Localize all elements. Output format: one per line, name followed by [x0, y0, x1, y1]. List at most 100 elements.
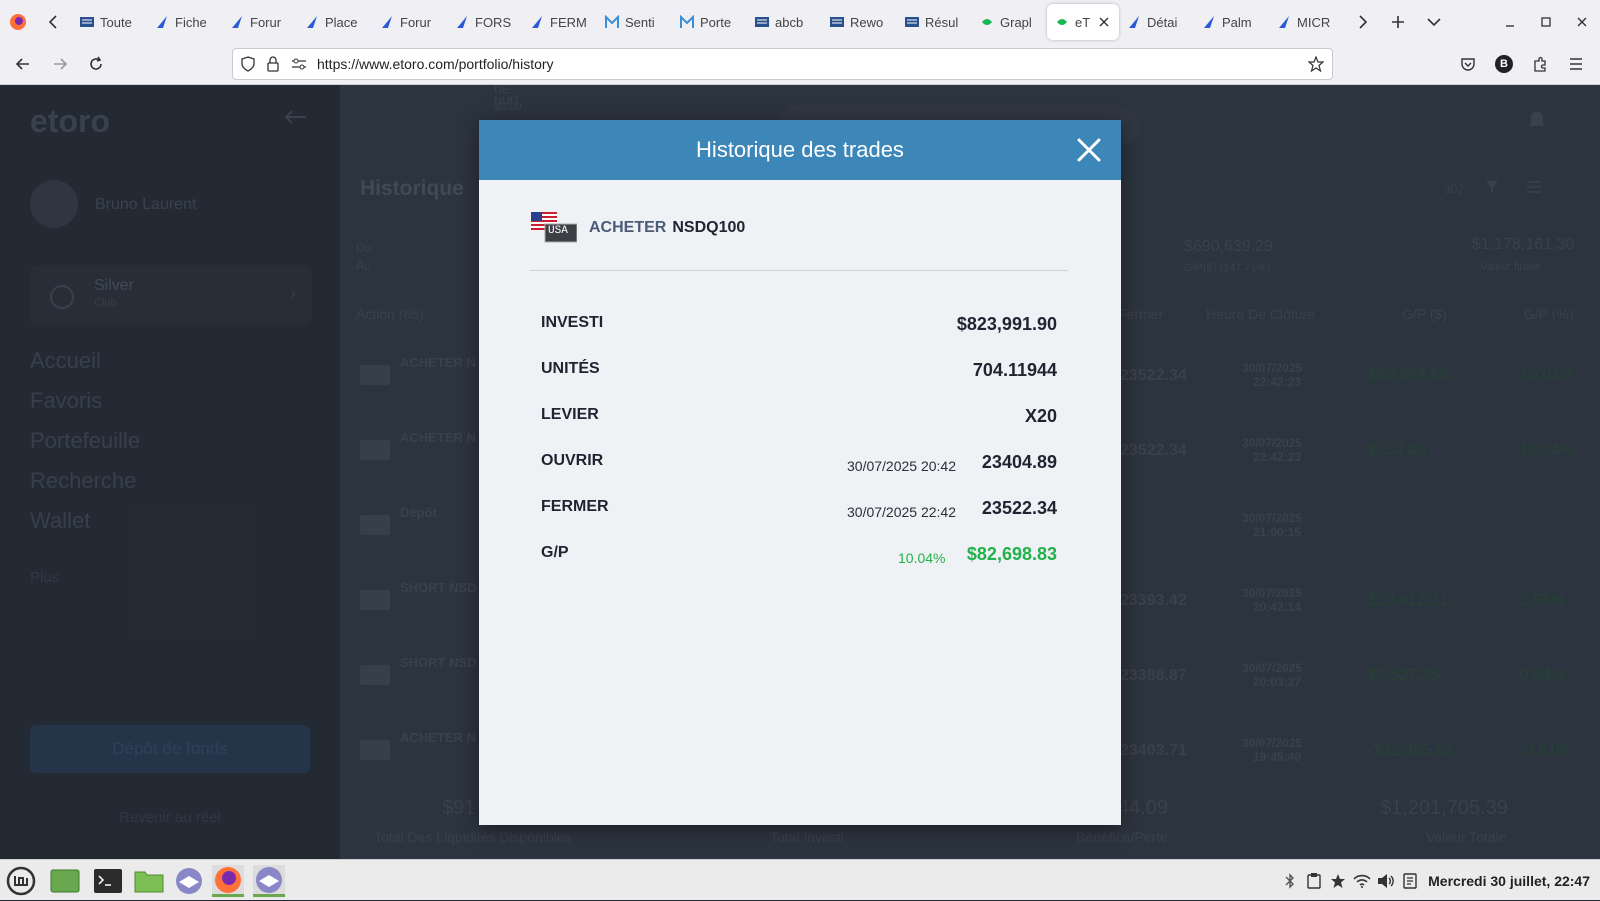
- wifi-icon[interactable]: [1350, 869, 1374, 893]
- divider: [530, 270, 1068, 271]
- leverage-label: LEVIER: [541, 406, 599, 423]
- abc-bourse-icon: [155, 15, 169, 29]
- modal-header: Historique des trades: [479, 120, 1121, 180]
- leverage-value: X20: [1024, 406, 1057, 426]
- browser-tab[interactable]: Résul: [897, 4, 972, 40]
- permissions-icon[interactable]: [291, 57, 307, 71]
- etoro-icon: [980, 15, 994, 29]
- tabs-scroll-left-icon[interactable]: [36, 4, 72, 40]
- abc-bourse-icon: [1127, 15, 1141, 29]
- tab-label: Place: [325, 14, 358, 30]
- close-label: FERMER: [541, 498, 609, 515]
- browser-tab[interactable]: Toute: [72, 4, 147, 40]
- instrument-header: USA ACHETER NSDQ100: [531, 212, 745, 244]
- extensions-icon[interactable]: [1524, 48, 1556, 80]
- close-datetime: 30/07/2025 22:42: [847, 504, 956, 520]
- notes-icon[interactable]: [1398, 869, 1422, 893]
- thunderbird-window-icon[interactable]: [253, 865, 285, 897]
- abc-bourse-icon: [1277, 15, 1291, 29]
- abc-bourse-icon: [380, 15, 394, 29]
- browser-tab[interactable]: Porte: [672, 4, 747, 40]
- open-row: OUVRIR 30/07/2025 20:42 23404.89: [541, 448, 1057, 478]
- tab-label: Résul: [925, 14, 959, 30]
- abc-bourse-icon: [455, 15, 469, 29]
- browser-tab[interactable]: eT: [1047, 4, 1119, 40]
- tracking-shield-icon[interactable]: [241, 56, 255, 72]
- instrument-symbol: NSDQ100: [672, 219, 746, 236]
- list-all-tabs-icon[interactable]: [1416, 4, 1452, 40]
- browser-tab[interactable]: Détai: [1119, 4, 1194, 40]
- navigation-bar: https://www.etoro.com/portfolio/history …: [0, 44, 1600, 85]
- tab-label: Forur: [250, 14, 282, 30]
- new-tab-icon[interactable]: [1380, 4, 1416, 40]
- pocket-icon[interactable]: [1452, 48, 1484, 80]
- lock-icon[interactable]: [267, 56, 279, 72]
- browser-tab[interactable]: Grapl: [972, 4, 1047, 40]
- volume-icon[interactable]: [1374, 869, 1398, 893]
- files-icon[interactable]: [133, 865, 165, 897]
- bookmark-star-icon[interactable]: [1308, 56, 1324, 72]
- back-icon[interactable]: [7, 48, 39, 80]
- url-bar[interactable]: https://www.etoro.com/portfolio/history: [232, 48, 1333, 80]
- bluetooth-icon[interactable]: [1278, 869, 1302, 893]
- tab-label: Fiche: [175, 14, 207, 30]
- tabs-scroll-right-icon[interactable]: [1344, 4, 1380, 40]
- browser-tab[interactable]: Forur: [222, 4, 297, 40]
- tab-label: Détai: [1147, 14, 1178, 30]
- units-label: UNITÉS: [541, 360, 600, 377]
- browser-tab[interactable]: Place: [297, 4, 372, 40]
- thunderbird-icon[interactable]: [173, 865, 205, 897]
- tab-label: Forur: [400, 14, 432, 30]
- pl-value: $82,698.83: [966, 544, 1057, 564]
- invested-value: $823,991.90: [956, 314, 1057, 334]
- leverage-row: LEVIER X20: [541, 402, 1057, 432]
- firefox-menu-icon[interactable]: [0, 4, 36, 40]
- account-avatar-icon[interactable]: B: [1488, 48, 1520, 80]
- invested-label: INVESTI: [541, 314, 604, 331]
- browser-tab[interactable]: MICR: [1269, 4, 1344, 40]
- tab-label: Grapl: [1000, 14, 1032, 30]
- abc-bourse-icon: [305, 15, 319, 29]
- close-window-icon[interactable]: [1564, 4, 1600, 40]
- show-desktop-icon[interactable]: [49, 865, 81, 897]
- pl-percent: 10.04%: [898, 550, 946, 566]
- tab-strip: Toute Fiche Forur Place Forur FORS FERM Senti Po…: [0, 0, 1600, 44]
- abc-news-icon: [755, 15, 769, 29]
- maximize-window-icon[interactable]: [1528, 4, 1564, 40]
- units-value: 704.11944: [972, 360, 1057, 380]
- browser-tab[interactable]: FORS: [447, 4, 522, 40]
- browser-tab[interactable]: Palm: [1194, 4, 1269, 40]
- browser-tab[interactable]: FERM: [522, 4, 597, 40]
- tab-label: MICR: [1297, 14, 1331, 30]
- tab-label: abcb: [775, 14, 804, 30]
- close-icon[interactable]: [1073, 134, 1105, 166]
- m-icon: [605, 15, 619, 29]
- browser-tab[interactable]: Rewo: [822, 4, 897, 40]
- minimize-window-icon[interactable]: [1492, 4, 1528, 40]
- trade-direction: ACHETER: [589, 219, 667, 236]
- tab-label: FORS: [475, 14, 512, 30]
- mint-menu-icon[interactable]: [5, 865, 37, 897]
- clipboard-icon[interactable]: [1302, 869, 1326, 893]
- star-icon[interactable]: [1326, 869, 1350, 893]
- system-tray: Mercredi 30 juillet, 22:47: [1278, 860, 1600, 901]
- url-text[interactable]: https://www.etoro.com/portfolio/history: [317, 56, 554, 72]
- firefox-taskbar-icon[interactable]: [212, 865, 244, 897]
- terminal-icon[interactable]: [92, 865, 124, 897]
- tab-label: eT: [1075, 14, 1091, 30]
- flag-text: USA: [548, 225, 568, 237]
- abc-bourse-icon: [1202, 15, 1216, 29]
- app-menu-icon[interactable]: [1560, 48, 1592, 80]
- close-tab-icon[interactable]: [1099, 17, 1109, 27]
- browser-tab[interactable]: Forur: [372, 4, 447, 40]
- clock[interactable]: Mercredi 30 juillet, 22:47: [1428, 873, 1590, 889]
- close-price: 23522.34: [981, 498, 1057, 518]
- browser-chrome: Toute Fiche Forur Place Forur FORS FERM Senti Po…: [0, 0, 1600, 85]
- browser-tab[interactable]: Fiche: [147, 4, 222, 40]
- forward-icon[interactable]: [44, 48, 76, 80]
- tab-label: Palm: [1222, 14, 1252, 30]
- browser-tab[interactable]: Senti: [597, 4, 672, 40]
- tab-label: Senti: [625, 14, 655, 30]
- browser-tab[interactable]: abcb: [747, 4, 822, 40]
- reload-icon[interactable]: [80, 48, 112, 80]
